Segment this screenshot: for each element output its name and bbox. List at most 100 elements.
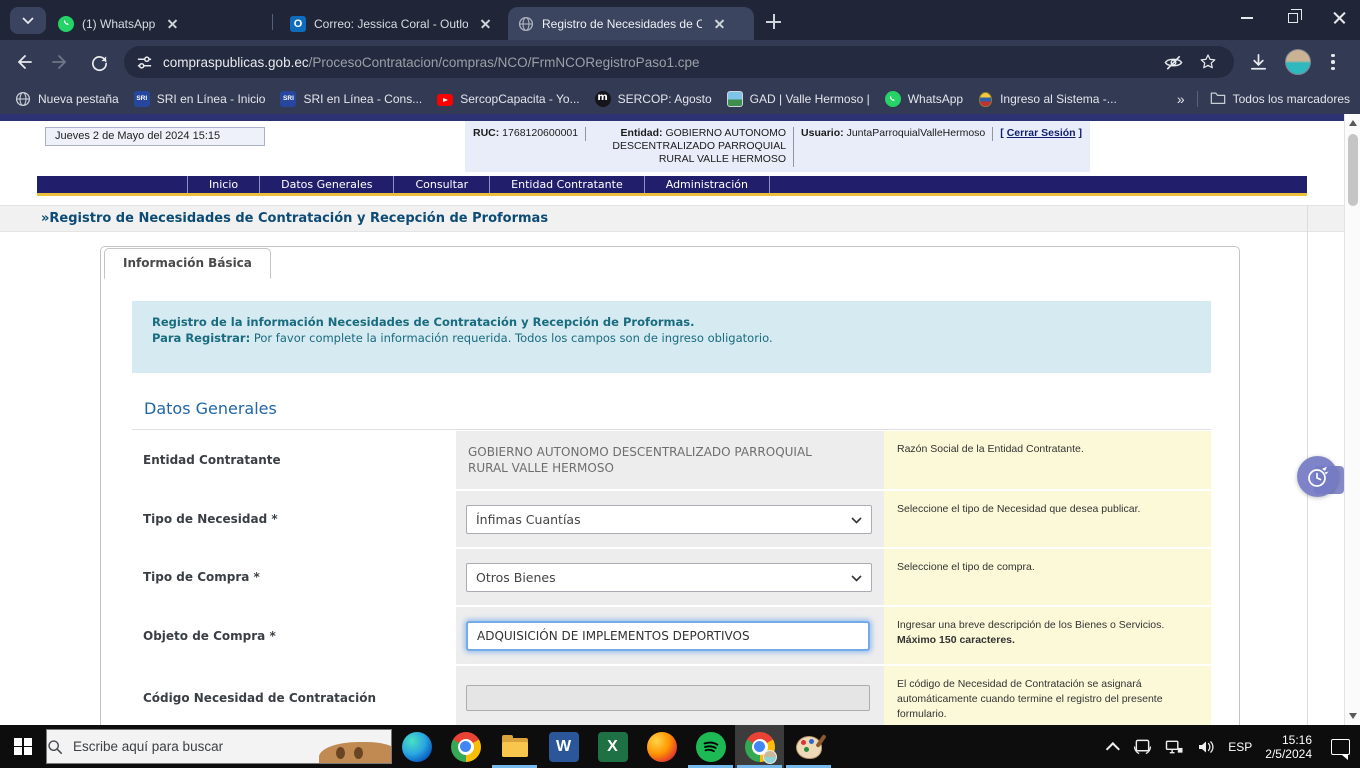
- taskbar-chrome-active[interactable]: [735, 725, 784, 768]
- eye-off-icon[interactable]: [1163, 52, 1184, 73]
- bookmark-sri-consultas[interactable]: SRI en Línea - Cons...: [280, 91, 422, 107]
- firefox-icon: [647, 732, 677, 762]
- tipo-necesidad-select[interactable]: Ínfimas Cuantías: [466, 505, 872, 534]
- cast-sync-icon[interactable]: [1133, 738, 1152, 755]
- field-help: Ingresar una breve descripción de los Bi…: [884, 607, 1211, 664]
- bookmark-label: SERCOP: Agosto: [618, 92, 712, 106]
- minimize-button[interactable]: [1230, 0, 1264, 36]
- nav-administracion[interactable]: Administración: [645, 176, 770, 193]
- divider: [992, 127, 993, 141]
- address-bar[interactable]: compraspublicas.gob.ec/ProcesoContrataci…: [124, 46, 1234, 78]
- back-button[interactable]: [8, 47, 38, 77]
- field-label: Objeto de Compra *: [132, 607, 456, 664]
- tab-whatsapp[interactable]: (1) WhatsApp: [48, 7, 266, 40]
- bookmark-whatsapp[interactable]: WhatsApp: [885, 91, 963, 107]
- word-icon: [549, 732, 579, 762]
- close-icon[interactable]: [712, 16, 728, 32]
- page-scrollbar[interactable]: [1344, 114, 1360, 725]
- nav-inicio[interactable]: Inicio: [187, 176, 260, 193]
- new-tab-button[interactable]: [762, 10, 786, 34]
- reload-button[interactable]: [84, 47, 114, 77]
- all-bookmarks-button[interactable]: Todos los marcadores: [1210, 91, 1350, 107]
- volume-icon[interactable]: [1197, 739, 1215, 755]
- bookmark-star-icon[interactable]: [1198, 52, 1218, 72]
- ruc-cell: RUC: 1768120600001: [473, 126, 578, 140]
- taskbar-spotify[interactable]: [686, 725, 735, 768]
- taskbar-firefox[interactable]: [637, 725, 686, 768]
- tab-registro-active[interactable]: Registro de Necesidades de Cor: [508, 7, 754, 40]
- bookmark-sercop-agosto[interactable]: SERCOP: Agosto: [595, 91, 712, 107]
- bookmark-label: SRI en Línea - Cons...: [303, 92, 422, 106]
- table-row: Objeto de Compra * ADQUISICIÓN DE IMPLEM…: [132, 607, 1211, 664]
- field-help: Seleccione el tipo de compra.: [884, 549, 1211, 605]
- profile-badge: [763, 750, 777, 764]
- chrome-icon: [745, 732, 775, 762]
- profile-avatar[interactable]: [1285, 49, 1311, 75]
- field-help: Seleccione el tipo de Necesidad que dese…: [884, 491, 1211, 547]
- chevron-down-icon: [851, 517, 862, 524]
- sri-icon: [280, 91, 296, 107]
- close-icon[interactable]: [165, 16, 181, 32]
- tab-search-button[interactable]: [10, 7, 46, 34]
- taskbar-paint[interactable]: [784, 725, 833, 768]
- language-indicator[interactable]: ESP: [1228, 740, 1252, 754]
- taskbar-search-box[interactable]: Escribe aquí para buscar: [46, 729, 392, 764]
- notification-center-icon[interactable]: [1331, 739, 1350, 755]
- forward-button[interactable]: [46, 47, 76, 77]
- nav-datos-generales[interactable]: Datos Generales: [260, 176, 394, 193]
- bookmark-sri-inicio[interactable]: SRI en Línea - Inicio: [134, 91, 266, 107]
- tipo-compra-select[interactable]: Otros Bienes: [466, 563, 872, 592]
- bookmark-nueva-pestana[interactable]: Nueva pestaña: [15, 91, 119, 107]
- time-tracker-widget[interactable]: [1297, 456, 1338, 497]
- taskbar-file-explorer[interactable]: [490, 725, 539, 768]
- bookmark-sercopcapacita[interactable]: SercopCapacita - Yo...: [437, 92, 579, 106]
- taskbar-clock[interactable]: 15:16 2/5/2024: [1265, 733, 1312, 761]
- windows-taskbar: Escribe aquí para buscar ESP: [0, 725, 1360, 768]
- system-tray: ESP 15:16 2/5/2024: [1110, 733, 1360, 761]
- tab-outlook[interactable]: Correo: Jessica Coral - Outlook: [280, 7, 504, 40]
- nav-entidad-contratante[interactable]: Entidad Contratante: [490, 176, 645, 193]
- time-text: 15:16: [1265, 733, 1312, 747]
- divider: [793, 127, 794, 167]
- table-row: Entidad Contratante GOBIERNO AUTONOMO DE…: [132, 431, 1211, 489]
- taskbar-excel[interactable]: [588, 725, 637, 768]
- scroll-down-arrow[interactable]: [1349, 713, 1357, 719]
- download-icon[interactable]: [1248, 52, 1269, 73]
- scrollbar-thumb[interactable]: [1348, 134, 1358, 206]
- bookmark-ingreso-sistema[interactable]: Ingreso al Sistema -...: [978, 92, 1117, 107]
- start-button[interactable]: [0, 725, 46, 768]
- network-icon[interactable]: [1165, 739, 1184, 755]
- tune-icon[interactable]: [136, 54, 153, 71]
- menu-icon[interactable]: [1327, 50, 1339, 75]
- divider: [1197, 91, 1198, 107]
- table-row: Código Necesidad de Contratación El códi…: [132, 666, 1211, 725]
- whatsapp-icon: [58, 16, 74, 32]
- paint-icon: [794, 732, 824, 762]
- gold-divider: [37, 193, 1307, 196]
- close-window-button[interactable]: [1322, 0, 1356, 36]
- taskbar-word[interactable]: [539, 725, 588, 768]
- page-top-stripe: [0, 114, 1344, 121]
- bookmark-gad-valle-hermoso[interactable]: GAD | Valle Hermoso |: [727, 91, 870, 107]
- field-label: Tipo de Compra *: [132, 549, 456, 605]
- bookmarks-overflow-chevron[interactable]: »: [1177, 91, 1185, 107]
- nav-consultar[interactable]: Consultar: [394, 176, 490, 193]
- scroll-up-arrow[interactable]: [1349, 120, 1357, 126]
- user-cell: Usuario: JuntaParroquialValleHermoso: [801, 126, 985, 140]
- folder-icon: [1210, 91, 1226, 107]
- tab-informacion-basica[interactable]: Información Básica: [104, 248, 271, 279]
- browser-tabstrip: (1) WhatsApp Correo: Jessica Coral - Out…: [0, 0, 1360, 40]
- chevron-down-icon: [851, 575, 862, 582]
- tray-chevron-up-icon[interactable]: [1106, 742, 1120, 756]
- field-control-cell: Ínfimas Cuantías: [456, 491, 884, 547]
- date-box: Jueves 2 de Mayo del 2024 15:15: [45, 127, 265, 146]
- divider: [132, 429, 1211, 430]
- field-control-cell: Otros Bienes: [456, 549, 884, 605]
- taskbar-edge[interactable]: [392, 725, 441, 768]
- restore-button[interactable]: [1276, 0, 1310, 36]
- logout-link[interactable]: Cerrar Sesión: [1007, 127, 1076, 139]
- close-icon[interactable]: [478, 16, 494, 32]
- objeto-compra-input[interactable]: ADQUISICIÓN DE IMPLEMENTOS DEPORTIVOS: [466, 621, 870, 651]
- taskbar-chrome[interactable]: [441, 725, 490, 768]
- sercop-icon: [595, 91, 611, 107]
